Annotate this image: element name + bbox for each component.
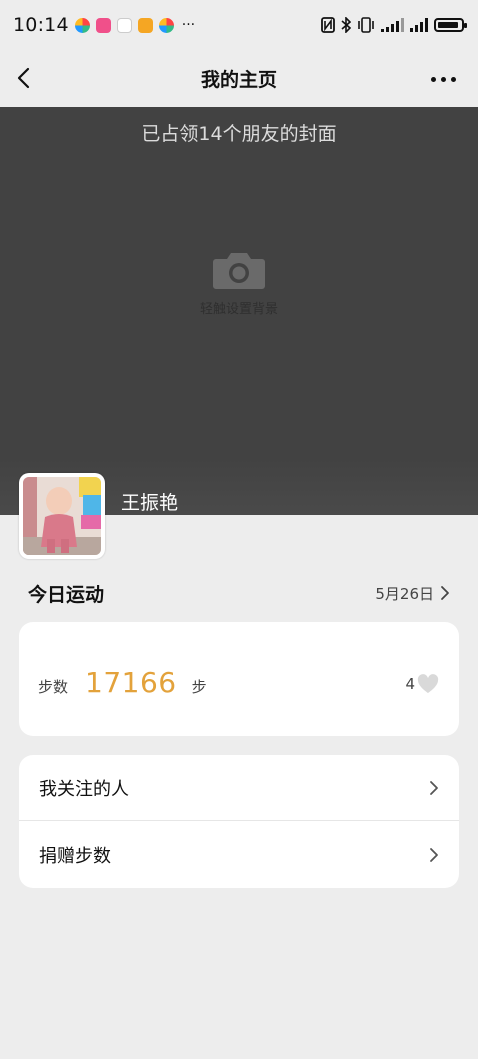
- orange-app-icon: [137, 17, 153, 33]
- menu-item-label: 捐赠步数: [39, 846, 111, 867]
- menu-item-following[interactable]: 我关注的人: [19, 755, 459, 821]
- today-header: 今日运动 5月26日: [28, 580, 450, 606]
- today-title: 今日运动: [28, 583, 105, 606]
- avatar-photo: [23, 477, 101, 555]
- more-notifications-indicator: ···: [181, 17, 196, 33]
- date-selector[interactable]: 5月26日: [375, 583, 450, 604]
- chevron-right-icon: [430, 848, 438, 862]
- menu-item-label: 我关注的人: [39, 778, 129, 800]
- like-button[interactable]: 4: [405, 674, 439, 694]
- chevron-right-icon: [441, 586, 449, 600]
- date-label: 5月26日: [375, 584, 434, 603]
- like-count: 4: [405, 675, 415, 693]
- nav-bar: 我的主页: [0, 50, 478, 107]
- bluetooth-icon: [341, 17, 351, 33]
- steps-value: 17166: [85, 666, 177, 699]
- battery-icon: [434, 18, 467, 32]
- camera-icon[interactable]: [212, 250, 266, 290]
- profile-cover[interactable]: 已占领14个朋友的封面 轻触设置背景 王振艳: [0, 107, 478, 515]
- pink-app-icon: [95, 17, 111, 33]
- vibrate-icon: [358, 17, 374, 33]
- status-right: [321, 17, 467, 33]
- steps-card[interactable]: 步数 17166 步 4: [19, 622, 459, 736]
- page-title: 我的主页: [200, 69, 277, 91]
- steps-unit: 步: [191, 678, 207, 696]
- status-time: 10:14: [13, 14, 69, 36]
- menu-card: 我关注的人 捐赠步数: [19, 755, 459, 888]
- set-background-hint[interactable]: 轻触设置背景: [0, 298, 478, 317]
- avatar-image: [23, 477, 101, 555]
- steps-label: 步数: [38, 678, 69, 696]
- avatar[interactable]: [19, 473, 105, 559]
- pinwheel-app-icon: [158, 17, 174, 33]
- status-bar: 10:14 ···: [0, 0, 478, 50]
- profile-name: 王振艳: [121, 492, 179, 514]
- signal-icon: [410, 18, 428, 32]
- cover-title: 已占领14个朋友的封面: [141, 123, 337, 145]
- heart-icon: [417, 674, 439, 693]
- signal-icon: [381, 18, 404, 32]
- status-left: 10:14 ···: [13, 14, 195, 36]
- nfc-icon: [321, 17, 335, 33]
- menu-item-donate-steps[interactable]: 捐赠步数: [19, 822, 459, 888]
- doctor-app-icon: [116, 17, 132, 33]
- pinwheel-app-icon: [74, 17, 90, 33]
- chevron-left-icon[interactable]: [14, 66, 36, 90]
- steps-row: 步数 17166 步: [38, 666, 207, 699]
- more-dots-icon[interactable]: [431, 77, 456, 82]
- chevron-right-icon: [430, 780, 438, 795]
